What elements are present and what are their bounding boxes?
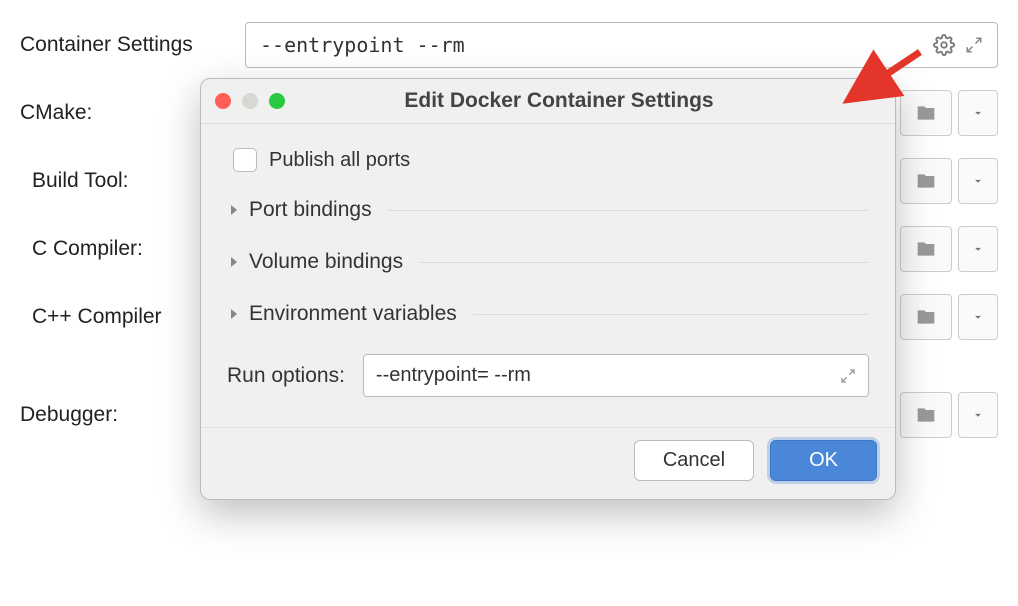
- port-bindings-expander[interactable]: Port bindings: [227, 198, 869, 222]
- c-compiler-dropdown-button[interactable]: [958, 226, 998, 272]
- publish-all-ports-row[interactable]: Publish all ports: [233, 148, 869, 172]
- env-vars-label: Environment variables: [249, 302, 457, 326]
- dialog-titlebar[interactable]: Edit Docker Container Settings: [201, 79, 895, 124]
- run-options-value: --entrypoint= --rm: [376, 364, 531, 387]
- divider: [419, 262, 869, 263]
- run-options-label: Run options:: [227, 364, 345, 388]
- cmake-browse-button[interactable]: [900, 90, 952, 136]
- edit-docker-settings-dialog: Edit Docker Container Settings Publish a…: [200, 78, 896, 500]
- debugger-dropdown-button[interactable]: [958, 392, 998, 438]
- cancel-button[interactable]: Cancel: [634, 440, 754, 481]
- volume-bindings-expander[interactable]: Volume bindings: [227, 250, 869, 274]
- publish-all-ports-checkbox[interactable]: [233, 148, 257, 172]
- chevron-right-icon: [227, 256, 241, 268]
- cpp-compiler-dropdown-button[interactable]: [958, 294, 998, 340]
- cpp-compiler-browse-button[interactable]: [900, 294, 952, 340]
- dialog-footer: Cancel OK: [201, 427, 895, 499]
- dialog-title: Edit Docker Container Settings: [237, 89, 881, 113]
- gear-icon[interactable]: [933, 34, 955, 56]
- container-settings-label: Container Settings: [20, 33, 245, 57]
- build-tool-dropdown-button[interactable]: [958, 158, 998, 204]
- close-icon[interactable]: [215, 93, 231, 109]
- chevron-right-icon: [227, 204, 241, 216]
- chevron-right-icon: [227, 308, 241, 320]
- run-options-input[interactable]: --entrypoint= --rm: [363, 354, 869, 397]
- env-vars-expander[interactable]: Environment variables: [227, 302, 869, 326]
- container-settings-value: --entrypoint --rm: [260, 33, 465, 57]
- container-settings-input[interactable]: --entrypoint --rm: [245, 22, 998, 68]
- ok-button[interactable]: OK: [770, 440, 877, 481]
- expand-icon[interactable]: [840, 368, 856, 384]
- c-compiler-browse-button[interactable]: [900, 226, 952, 272]
- expand-icon[interactable]: [965, 36, 983, 54]
- debugger-browse-button[interactable]: [900, 392, 952, 438]
- container-settings-row: Container Settings --entrypoint --rm: [20, 20, 998, 70]
- port-bindings-label: Port bindings: [249, 198, 372, 222]
- divider: [388, 210, 869, 211]
- cmake-dropdown-button[interactable]: [958, 90, 998, 136]
- run-options-row: Run options: --entrypoint= --rm: [227, 354, 869, 397]
- volume-bindings-label: Volume bindings: [249, 250, 403, 274]
- divider: [473, 314, 869, 315]
- publish-all-ports-label: Publish all ports: [269, 149, 410, 172]
- build-tool-browse-button[interactable]: [900, 158, 952, 204]
